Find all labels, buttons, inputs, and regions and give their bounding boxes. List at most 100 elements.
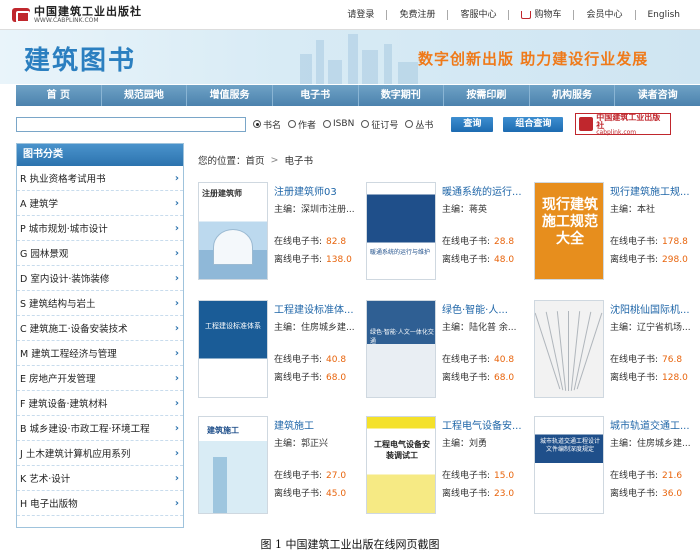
nav-institution[interactable]: 机构服务 bbox=[530, 85, 616, 106]
sidebar-category-label: H 电子出版物 bbox=[20, 499, 78, 510]
figure-caption: 图 1 中国建筑工业出版在线网页截图 bbox=[260, 538, 440, 551]
online-price-value: 82.8 bbox=[326, 237, 347, 247]
online-price-value: 21.6 bbox=[662, 471, 683, 481]
online-price: 在线电子书: 40.8 bbox=[442, 352, 514, 365]
offline-price-value: 68.0 bbox=[326, 373, 347, 383]
offline-price-label: 离线电子书: bbox=[274, 255, 323, 265]
breadcrumb-current: 电子书 bbox=[284, 156, 314, 167]
publisher-logo-url: cabplink.com bbox=[596, 128, 637, 136]
search-bar: 书名 作者 ISBN 征订号 丛书 查询 组合查询 中国建筑工业出版社 cabp… bbox=[16, 113, 700, 135]
chevron-right-icon: › bbox=[174, 472, 179, 484]
online-price-label: 在线电子书: bbox=[610, 471, 659, 481]
book-editor: 主编：住房城乡建... bbox=[274, 323, 355, 333]
breadcrumb-label: 您的位置： bbox=[198, 156, 246, 167]
nav-reader-consult[interactable]: 读者咨询 bbox=[615, 85, 700, 106]
cover-text: 现行建筑施工规范大全 bbox=[542, 197, 598, 247]
book-title-link[interactable]: 沈阳桃仙国际机... bbox=[610, 301, 700, 316]
sidebar-category-item[interactable]: G 园林景观 › bbox=[17, 241, 183, 266]
book-cover-image[interactable]: 工程建设标准体系 bbox=[198, 300, 268, 398]
chevron-right-icon: › bbox=[174, 497, 179, 509]
english-link[interactable]: English bbox=[636, 10, 693, 20]
sidebar-category-item[interactable]: A 建筑学 › bbox=[17, 191, 183, 216]
chevron-right-icon: › bbox=[174, 347, 179, 359]
search-button[interactable]: 查询 bbox=[451, 116, 494, 132]
book-editor: 主编：辽宁省机场... bbox=[610, 323, 691, 333]
sidebar-category-item[interactable]: D 室内设计·装饰装修 › bbox=[17, 266, 183, 291]
search-option-title[interactable]: 书名 bbox=[253, 118, 281, 131]
offline-price-label: 离线电子书: bbox=[442, 373, 491, 383]
sidebar-category-item[interactable]: M 建筑工程经济与管理 › bbox=[17, 341, 183, 366]
online-price-label: 在线电子书: bbox=[442, 237, 491, 247]
search-option-author[interactable]: 作者 bbox=[288, 118, 316, 131]
radio-icon bbox=[361, 120, 370, 128]
book-editor: 主编：蒋英 bbox=[442, 205, 488, 215]
online-price-label: 在线电子书: bbox=[610, 237, 659, 247]
service-center-link[interactable]: 客服中心 bbox=[448, 10, 510, 20]
book-title-link[interactable]: 现行建筑施工规... bbox=[610, 183, 700, 198]
chevron-right-icon: › bbox=[174, 197, 179, 209]
chevron-right-icon: › bbox=[174, 297, 179, 309]
online-price-label: 在线电子书: bbox=[610, 355, 659, 365]
register-link[interactable]: 免费注册 bbox=[387, 10, 449, 20]
online-price-label: 在线电子书: bbox=[274, 471, 323, 481]
search-input[interactable] bbox=[16, 116, 246, 132]
login-link[interactable]: 请登录 bbox=[335, 10, 388, 20]
book-title-link[interactable]: 暖通系统的运行... bbox=[442, 183, 536, 198]
nav-value-added[interactable]: 增值服务 bbox=[187, 85, 273, 106]
book-cover-image[interactable]: 注册建筑师 bbox=[198, 182, 268, 280]
breadcrumb-separator: > bbox=[270, 154, 279, 166]
member-center-link[interactable]: 会员中心 bbox=[574, 10, 636, 20]
radio-icon bbox=[323, 120, 332, 128]
sidebar-category-label: C 建筑施工·设备安装技术 bbox=[20, 324, 128, 335]
online-price-value: 28.8 bbox=[494, 237, 515, 247]
book-cover-image[interactable]: 城市轨道交通工程设计文件编制深度规定 bbox=[534, 416, 604, 514]
book-cover-image[interactable]: 绿色·智能·人文一体化交通 bbox=[366, 300, 436, 398]
sidebar-category-item[interactable]: H 电子出版物 › bbox=[17, 491, 183, 516]
sidebar-category-item[interactable]: P 城市规划·城市设计 › bbox=[17, 216, 183, 241]
book-title-link[interactable]: 绿色·智能·人... bbox=[442, 301, 536, 316]
book-cover-image[interactable]: 工程电气设备安装调试工 bbox=[366, 416, 436, 514]
book-title-link[interactable]: 建筑施工 bbox=[274, 417, 368, 432]
online-price: 在线电子书: 82.8 bbox=[274, 234, 346, 247]
sidebar-category-item[interactable]: F 建筑设备·建筑材料 › bbox=[17, 391, 183, 416]
book-cover-image[interactable] bbox=[534, 300, 604, 398]
logo-mark-icon bbox=[12, 8, 30, 23]
breadcrumb-home[interactable]: 首页 bbox=[246, 153, 265, 167]
book-cover-image[interactable]: 建筑施工 bbox=[198, 416, 268, 514]
book-cover-image[interactable]: 现行建筑施工规范大全 bbox=[534, 182, 604, 280]
book-title-link[interactable]: 工程建设标准体... bbox=[274, 301, 368, 316]
nav-standards[interactable]: 规范园地 bbox=[102, 85, 188, 106]
sidebar-category-item[interactable]: R 执业资格考试用书 › bbox=[17, 166, 183, 191]
book-title-link[interactable]: 城市轨道交通工... bbox=[610, 417, 700, 432]
nav-digital-journals[interactable]: 数字期刊 bbox=[359, 85, 445, 106]
sidebar-category-item[interactable]: C 建筑施工·设备安装技术 › bbox=[17, 316, 183, 341]
sidebar-category-label: A 建筑学 bbox=[20, 199, 59, 210]
nav-ebooks[interactable]: 电子书 bbox=[273, 85, 359, 106]
search-option-series[interactable]: 丛书 bbox=[405, 118, 433, 131]
search-option-order-no[interactable]: 征订号 bbox=[361, 118, 398, 131]
book-card: 城市轨道交通工程设计文件编制深度规定 城市轨道交通工... 主编：住房城乡建... 在… bbox=[534, 416, 700, 528]
offline-price: 离线电子书: 45.0 bbox=[274, 486, 346, 499]
logo-name: 中国建筑工业出版社 bbox=[34, 5, 142, 18]
sidebar-category-item[interactable]: S 建筑结构与岩土 › bbox=[17, 291, 183, 316]
online-price: 在线电子书: 28.8 bbox=[442, 234, 514, 247]
sidebar-category-item[interactable]: E 房地产开发管理 › bbox=[17, 366, 183, 391]
nav-print-on-demand[interactable]: 按需印刷 bbox=[444, 85, 530, 106]
book-cover-image[interactable]: 暖通系统的运行与维护 bbox=[366, 182, 436, 280]
book-title-link[interactable]: 注册建筑师03 bbox=[274, 183, 368, 198]
combo-search-button[interactable]: 组合查询 bbox=[503, 116, 564, 132]
cart-link[interactable]: 购物车 bbox=[509, 10, 575, 20]
cover-text: 暖通系统的运行与维护 bbox=[370, 249, 431, 256]
search-option-isbn[interactable]: ISBN bbox=[323, 119, 354, 129]
book-title-link[interactable]: 工程电气设备安... bbox=[442, 417, 536, 432]
sidebar-category-item[interactable]: K 艺术·设计 › bbox=[17, 466, 183, 491]
site-logo[interactable]: 中国建筑工业出版社 WWW.CABPLINK.COM bbox=[12, 5, 142, 25]
logo-url: WWW.CABPLINK.COM bbox=[34, 17, 99, 24]
sidebar-category-item[interactable]: J 土木建筑计算机应用系列 › bbox=[17, 441, 183, 466]
offline-price-value: 298.0 bbox=[662, 255, 688, 265]
book-editor: 主编：刘勇 bbox=[442, 439, 488, 449]
publisher-logo-badge[interactable]: 中国建筑工业出版社 cabplink.com bbox=[575, 113, 672, 136]
sidebar-category-item[interactable]: B 城乡建设·市政工程·环境工程 › bbox=[17, 416, 183, 441]
cover-text: 建筑施工 bbox=[207, 426, 239, 435]
nav-home[interactable]: 首 页 bbox=[16, 85, 102, 106]
